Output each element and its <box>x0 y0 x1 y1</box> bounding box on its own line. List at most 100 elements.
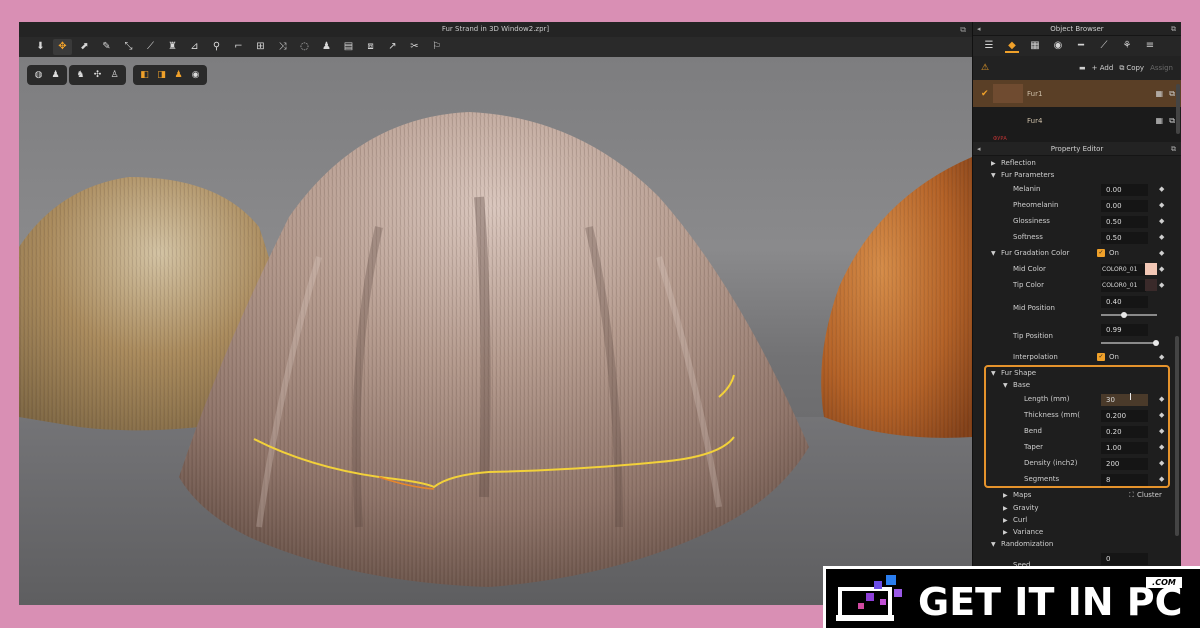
add-button[interactable]: + Add <box>1092 64 1114 72</box>
slider-knob[interactable] <box>1153 340 1159 346</box>
sew-view-icon[interactable]: ✣ <box>91 69 104 82</box>
slider-knob[interactable] <box>1121 312 1127 318</box>
move-arrows-icon[interactable]: ✥ <box>53 39 72 55</box>
copy-icon[interactable]: ⧉ <box>1119 64 1124 73</box>
fabric-icon[interactable]: ◧ <box>138 69 151 82</box>
keyframe-icon[interactable]: ◆ <box>1159 265 1164 273</box>
garment-icon[interactable]: ♜ <box>163 39 182 55</box>
thickness-field[interactable]: 0.200 <box>1101 410 1148 422</box>
pin-tool-icon[interactable]: ⚲ <box>207 39 226 55</box>
sew-icon[interactable]: ⧈ <box>361 39 380 55</box>
list-item[interactable]: Fur4 ▦ ⧉ <box>973 107 1181 134</box>
pin-icon[interactable]: ⧉ <box>960 22 966 37</box>
sphere-icon[interactable]: ◉ <box>189 69 202 82</box>
texture-icon[interactable]: ◨ <box>155 69 168 82</box>
softness-field[interactable]: 0.50 <box>1101 232 1148 244</box>
scissor-icon[interactable]: ✂ <box>405 39 424 55</box>
fabric-tab-icon[interactable]: ◆ <box>1005 39 1019 53</box>
tip-position-slider[interactable] <box>1101 340 1159 346</box>
keyframe-icon[interactable]: ◆ <box>1159 459 1164 467</box>
list-icon[interactable]: ☰ <box>982 39 996 53</box>
keyframe-icon[interactable]: ◆ <box>1159 443 1164 451</box>
keyframe-icon[interactable]: ◆ <box>1159 201 1164 209</box>
move-down-icon[interactable]: ⬇ <box>31 39 50 55</box>
3d-viewport[interactable]: ◍ ♟ ♞ ✣ ♙ ◧ ◨ ♟ ◉ <box>19 57 972 605</box>
avatar-light-icon[interactable]: ♟ <box>172 69 185 82</box>
folder-icon[interactable]: ▬ <box>1079 64 1086 72</box>
fold-icon[interactable]: ⤨ <box>273 39 292 55</box>
sphere-tab-icon[interactable]: ◉ <box>1051 39 1065 53</box>
line-icon[interactable]: ━ <box>1074 39 1088 53</box>
tip-color-field[interactable]: COLOR0_01 <box>1101 280 1146 292</box>
assign-button[interactable]: Assign <box>1150 64 1173 72</box>
gradation-checkbox[interactable]: ✓ <box>1097 249 1105 257</box>
pen-icon[interactable]: ⟋ <box>1097 39 1111 53</box>
mid-position-field[interactable]: 0.40 <box>1101 296 1148 308</box>
keyframe-icon[interactable]: ◆ <box>1159 353 1164 361</box>
collapse-icon[interactable]: ◂ <box>977 22 981 36</box>
density-field[interactable]: 200 <box>1101 458 1148 470</box>
collapse-icon[interactable]: ◂ <box>977 142 981 156</box>
taper-field[interactable]: 1.00 <box>1101 442 1148 454</box>
pattern-icon[interactable]: ▦ <box>1155 116 1163 125</box>
taper-row: Taper 1.00 ◆ <box>1024 442 1165 454</box>
pin-icon[interactable]: ⧉ <box>1171 22 1176 36</box>
text-cursor-icon: I <box>1129 392 1132 403</box>
bend-field[interactable]: 0.20 <box>1101 426 1148 438</box>
shirt-icon[interactable]: ♟ <box>49 69 62 82</box>
segments-field[interactable]: 8 <box>1101 474 1148 486</box>
cluster-icon[interactable]: ⛶ <box>1129 491 1134 500</box>
keyframe-icon[interactable]: ◆ <box>1159 249 1164 257</box>
keyframe-icon[interactable]: ◆ <box>1159 281 1164 289</box>
keyframe-icon[interactable]: ◆ <box>1159 185 1164 193</box>
length-field[interactable]: 30 <box>1101 394 1148 406</box>
pin-icon[interactable]: ⧉ <box>1171 142 1176 156</box>
avatar-icon[interactable]: ♙ <box>108 69 121 82</box>
pattern-icon[interactable]: ▦ <box>1028 39 1042 53</box>
property-scrollbar[interactable] <box>1175 336 1179 536</box>
list-item[interactable]: ✔ Fur1 ▦ ⧉ <box>973 80 1181 107</box>
interpolation-checkbox[interactable]: ✓ <box>1097 353 1105 361</box>
object-browser-header: ◂ Object Browser ⧉ <box>973 22 1181 36</box>
mid-position-slider[interactable] <box>1101 312 1157 318</box>
mid-color-field[interactable]: COLOR0_01 <box>1101 264 1146 276</box>
copy-button[interactable]: Copy <box>1126 64 1144 72</box>
grid-icon[interactable]: ⊞ <box>251 39 270 55</box>
copy-icon[interactable]: ⧉ <box>1169 116 1175 126</box>
figure-icon[interactable]: ⚐ <box>427 39 446 55</box>
keyframe-icon[interactable]: ◆ <box>1159 427 1164 435</box>
keyframe-icon[interactable]: ◆ <box>1159 217 1164 225</box>
cluster-button[interactable]: Cluster <box>1137 491 1162 499</box>
tip-position-field[interactable]: 0.99 <box>1101 324 1148 336</box>
pheomelanin-field[interactable]: 0.00 <box>1101 200 1148 212</box>
tip-color-swatch[interactable] <box>1145 279 1157 291</box>
fur-gradation-row[interactable]: ▼ Fur Gradation Color ✓ On ◆ <box>973 246 1169 262</box>
fur-swatch <box>993 111 1023 130</box>
select-icon[interactable]: ⬈ <box>75 39 94 55</box>
glossiness-field[interactable]: 0.50 <box>1101 216 1148 228</box>
keyframe-icon[interactable]: ◆ <box>1159 233 1164 241</box>
tag-icon[interactable]: ▤ <box>339 39 358 55</box>
list-menu-icon[interactable]: ≡ <box>1143 39 1157 53</box>
mannequin-icon[interactable]: ♟ <box>317 39 336 55</box>
seed-field[interactable]: 0 <box>1101 553 1148 565</box>
property-editor-header: ◂ Property Editor ⧉ <box>973 142 1181 156</box>
scrollbar[interactable] <box>1176 84 1180 134</box>
globe-icon[interactable]: ◍ <box>32 69 45 82</box>
ruler-icon[interactable]: ⊿ <box>185 39 204 55</box>
keyframe-icon[interactable]: ◆ <box>1159 411 1164 419</box>
segment-icon[interactable]: ⌐ <box>229 39 248 55</box>
melanin-field[interactable]: 0.00 <box>1101 184 1148 196</box>
strand-icon[interactable]: ⚘ <box>1120 39 1134 53</box>
arrow-icon[interactable]: ↗ <box>383 39 402 55</box>
mid-color-swatch[interactable] <box>1145 263 1157 275</box>
copy-icon[interactable]: ⧉ <box>1169 89 1175 99</box>
keyframe-icon[interactable]: ◆ <box>1159 475 1164 483</box>
draw-line-icon[interactable]: ⟋ <box>141 39 160 55</box>
shirt-solid-icon[interactable]: ♞ <box>74 69 87 82</box>
transform-icon[interactable]: ⤡ <box>119 39 138 55</box>
pattern-icon[interactable]: ▦ <box>1155 89 1163 98</box>
keyframe-icon[interactable]: ◆ <box>1159 395 1164 403</box>
edit-pattern-icon[interactable]: ✎ <box>97 39 116 55</box>
circle-tool-icon[interactable]: ◌ <box>295 39 314 55</box>
